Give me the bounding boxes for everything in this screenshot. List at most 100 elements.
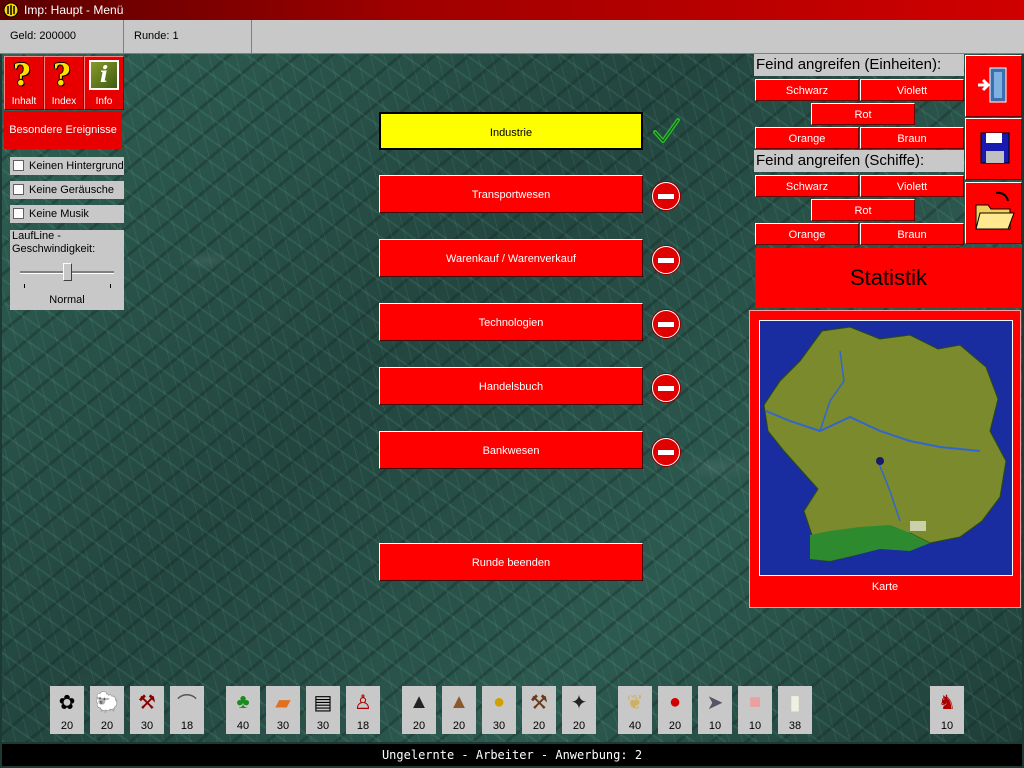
- attack-ships-brown-button[interactable]: Braun: [860, 223, 964, 245]
- attack-units-violet-button[interactable]: Violett: [860, 79, 964, 101]
- info-bar: Geld: 200000 Runde: 1: [0, 20, 1024, 54]
- resource-horseshoe[interactable]: ⌒ 18: [170, 686, 204, 734]
- resource-cotton[interactable]: ✿ 20: [50, 686, 84, 734]
- checkmark-icon: [653, 118, 680, 143]
- map-label: Karte: [871, 581, 899, 593]
- menu-trade-button[interactable]: Warenkauf / Warenverkauf: [379, 239, 643, 277]
- checkbox-box[interactable]: [13, 160, 24, 171]
- menu-technology-button[interactable]: Technologien: [379, 303, 643, 341]
- resource-wheat[interactable]: ❦ 40: [618, 686, 652, 734]
- speed-value: Normal: [49, 294, 85, 306]
- menu-banking-button[interactable]: Bankwesen: [379, 431, 643, 469]
- bavaria-map-icon: [763, 326, 1007, 562]
- resource-count: 30: [492, 720, 506, 732]
- menu-tradebook-button[interactable]: Handelsbuch: [379, 367, 643, 405]
- ticker-speed-panel: LaufLine - Geschwindigkeit: Normal: [10, 230, 124, 310]
- no-music-checkbox[interactable]: Keine Musik: [10, 205, 124, 223]
- resource-wood[interactable]: ♣ 40: [226, 686, 260, 734]
- resource-count: 10: [940, 720, 954, 732]
- attack-units-brown-button[interactable]: Braun: [860, 127, 964, 149]
- ticker-speed-label: LaufLine - Geschwindigkeit:: [12, 230, 96, 255]
- wheat-icon: ❦: [626, 691, 644, 714]
- resource-count: 20: [668, 720, 682, 732]
- resource-count: 18: [356, 720, 370, 732]
- load-button[interactable]: [965, 182, 1022, 244]
- exit-button[interactable]: [965, 55, 1022, 117]
- no-music-label: Keine Musik: [29, 208, 89, 220]
- resource-count: 20: [532, 720, 546, 732]
- pig-icon: ■: [748, 690, 762, 713]
- attack-ships-red-button[interactable]: Rot: [811, 199, 915, 221]
- info-button[interactable]: i Info: [84, 56, 124, 110]
- book-icon: ▤: [313, 691, 333, 714]
- special-events-button[interactable]: Besondere Ereignisse: [4, 111, 122, 149]
- open-folder-icon: [975, 191, 1015, 230]
- cannon-icon: ✦: [570, 691, 588, 714]
- slider-tick: [110, 284, 111, 288]
- resource-meat[interactable]: ■ 10: [738, 686, 772, 734]
- resource-sheep[interactable]: 🐑 20: [90, 686, 124, 734]
- resource-count: 30: [276, 720, 290, 732]
- no-background-checkbox[interactable]: Keinen Hintergrund: [10, 157, 124, 175]
- info-label: Info: [95, 96, 113, 107]
- resource-horses[interactable]: ♞ 10: [930, 686, 964, 734]
- horse-icon: ♞: [938, 691, 956, 714]
- round-display: Runde: 1: [124, 20, 252, 53]
- resource-planks[interactable]: ▰ 30: [266, 686, 300, 734]
- exit-door-icon: [978, 67, 1007, 103]
- no-sounds-checkbox[interactable]: Keine Geräusche: [10, 181, 124, 199]
- horseshoe-icon: ⌒: [177, 693, 197, 716]
- money-display: Geld: 200000: [0, 20, 124, 53]
- resource-count: 20: [452, 720, 466, 732]
- resource-coal[interactable]: ▲ 20: [402, 686, 436, 734]
- info-icon: i: [89, 60, 119, 90]
- resource-gold[interactable]: ● 30: [482, 686, 516, 734]
- save-button[interactable]: [965, 118, 1022, 180]
- question-icon: ?: [53, 58, 71, 93]
- floppy-disk-icon: [980, 132, 1010, 164]
- no-entry-icon: [652, 182, 680, 210]
- resource-fish[interactable]: ➤ 10: [698, 686, 732, 734]
- gold-pot-icon: ●: [492, 690, 506, 713]
- attack-ships-title: Feind angreifen (Schiffe):: [754, 150, 964, 172]
- checkbox-box[interactable]: [13, 208, 24, 219]
- checkbox-box[interactable]: [13, 184, 24, 195]
- attack-ships-violet-button[interactable]: Violett: [860, 175, 964, 197]
- no-entry-icon: [652, 374, 680, 402]
- resource-tools[interactable]: ⚒ 30: [130, 686, 164, 734]
- statistics-button[interactable]: Statistik: [755, 248, 1022, 308]
- cotton-icon: ✿: [58, 691, 76, 714]
- resource-ore[interactable]: ▲ 20: [442, 686, 476, 734]
- speed-slider-thumb[interactable]: [63, 263, 72, 281]
- menu-industry-button[interactable]: Industrie: [379, 112, 643, 150]
- window-title: Imp: Haupt - Menü: [24, 3, 124, 17]
- tools-icon: ⚒: [138, 691, 156, 714]
- resource-count: 10: [708, 720, 722, 732]
- attack-units-red-button[interactable]: Rot: [811, 103, 915, 125]
- map-view[interactable]: [759, 320, 1013, 576]
- resource-count: 30: [140, 720, 154, 732]
- question-icon: ?: [13, 58, 31, 93]
- resource-milk[interactable]: ▮ 38: [778, 686, 812, 734]
- resource-paper[interactable]: ▤ 30: [306, 686, 340, 734]
- help-index-button[interactable]: ? Index: [44, 56, 84, 110]
- end-round-button[interactable]: Runde beenden: [379, 543, 643, 581]
- slider-tick: [24, 284, 25, 288]
- attack-units-black-button[interactable]: Schwarz: [755, 79, 859, 101]
- menu-transport-button[interactable]: Transportwesen: [379, 175, 643, 213]
- attack-ships-black-button[interactable]: Schwarz: [755, 175, 859, 197]
- fish-icon: ➤: [706, 691, 724, 714]
- no-entry-icon: [652, 438, 680, 466]
- attack-ships-orange-button[interactable]: Orange: [755, 223, 859, 245]
- resource-furniture[interactable]: ♙ 18: [346, 686, 380, 734]
- resource-steel[interactable]: ⚒ 20: [522, 686, 556, 734]
- title-bar: Imp: Haupt - Menü: [0, 0, 1024, 20]
- resource-weapons[interactable]: ✦ 20: [562, 686, 596, 734]
- resource-count: 20: [412, 720, 426, 732]
- help-contents-label: Inhalt: [11, 96, 37, 107]
- help-contents-button[interactable]: ? Inhalt: [4, 56, 44, 110]
- attack-units-orange-button[interactable]: Orange: [755, 127, 859, 149]
- resource-fruit[interactable]: ● 20: [658, 686, 692, 734]
- resource-count: 30: [316, 720, 330, 732]
- no-sounds-label: Keine Geräusche: [29, 184, 114, 196]
